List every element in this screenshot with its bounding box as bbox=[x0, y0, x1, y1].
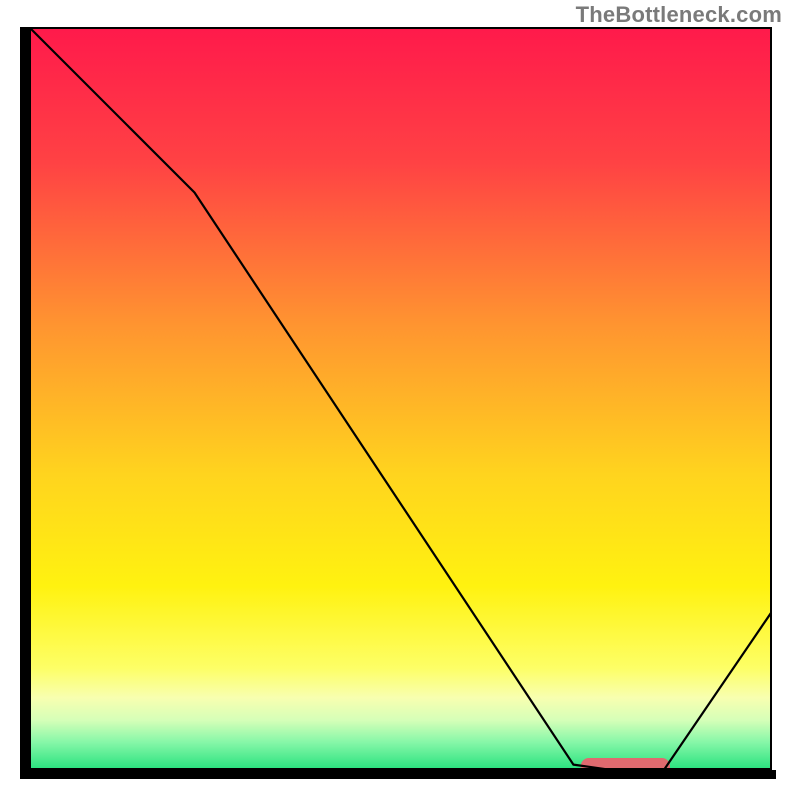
plot-area bbox=[29, 27, 772, 770]
y-axis bbox=[20, 27, 29, 772]
chart-container: TheBottleneck.com bbox=[0, 0, 800, 800]
x-axis bbox=[20, 770, 776, 779]
attribution-text: TheBottleneck.com bbox=[576, 2, 782, 28]
plot-inner bbox=[31, 29, 770, 768]
chart-svg bbox=[31, 29, 770, 768]
